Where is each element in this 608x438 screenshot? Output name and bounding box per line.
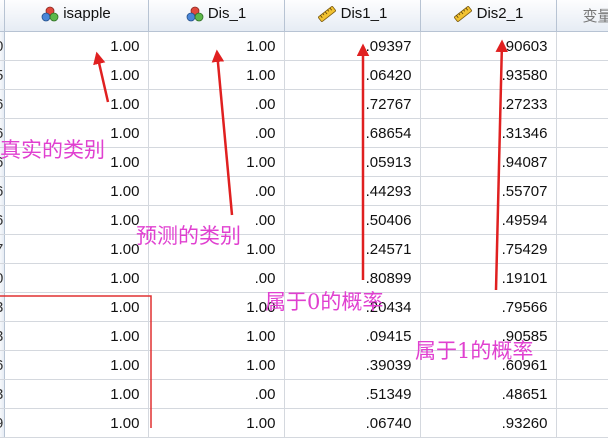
cell-var[interactable] bbox=[556, 206, 608, 235]
cell-var[interactable] bbox=[556, 90, 608, 119]
column-header-label: Dis2_1 bbox=[477, 5, 524, 22]
column-header-label: isapple bbox=[63, 5, 111, 22]
cell-dis-1[interactable]: 1.00 bbox=[148, 61, 284, 90]
cell-dis1-1[interactable]: .24571 bbox=[284, 235, 420, 264]
table-row[interactable]: 31.00.00.51349.48651 bbox=[0, 380, 608, 409]
cell-var[interactable] bbox=[556, 177, 608, 206]
annotation-predicted-class: 预测的类别 bbox=[136, 226, 241, 247]
table-row[interactable]: 51.001.00.06420.93580 bbox=[0, 61, 608, 90]
cell-var[interactable] bbox=[556, 32, 608, 61]
cell-isapple[interactable]: 1.00 bbox=[4, 206, 148, 235]
cell-dis1-1[interactable]: .09415 bbox=[284, 322, 420, 351]
cell-dis1-1[interactable]: .68654 bbox=[284, 119, 420, 148]
cell-var[interactable] bbox=[556, 293, 608, 322]
scale-ruler-icon bbox=[453, 6, 473, 22]
table-row[interactable]: 61.00.00.72767.27233 bbox=[0, 90, 608, 119]
cell-dis1-1[interactable]: .50406 bbox=[284, 206, 420, 235]
table-row[interactable]: 61.00.00.50406.49594 bbox=[0, 206, 608, 235]
scale-ruler-icon bbox=[317, 6, 337, 22]
cell-dis1-1[interactable]: .06420 bbox=[284, 61, 420, 90]
annotation-prob-0: 属于0的概率 bbox=[265, 292, 383, 313]
column-header-dis2-1[interactable]: Dis2_1 bbox=[420, 0, 556, 32]
cell-dis2-1[interactable]: .27233 bbox=[420, 90, 556, 119]
cell-var[interactable] bbox=[556, 235, 608, 264]
cell-isapple[interactable]: 1.00 bbox=[4, 264, 148, 293]
table-row[interactable]: 01.00.00.80899.19101 bbox=[0, 264, 608, 293]
annotation-prob-1: 属于1的概率 bbox=[415, 341, 533, 362]
annotation-actual-class: 真实的类别 bbox=[0, 140, 105, 161]
cell-dis1-1[interactable]: .44293 bbox=[284, 177, 420, 206]
table-row[interactable]: 01.001.00.09397.90603 bbox=[0, 32, 608, 61]
column-header-dis-1[interactable]: Dis_1 bbox=[148, 0, 284, 32]
column-header-dis1-1[interactable]: Dis1_1 bbox=[284, 0, 420, 32]
table-row[interactable]: 61.00.00.44293.55707 bbox=[0, 177, 608, 206]
column-header-isapple[interactable]: isapple bbox=[4, 0, 148, 32]
cell-dis-1[interactable]: .00 bbox=[148, 264, 284, 293]
cell-isapple[interactable]: 1.00 bbox=[4, 177, 148, 206]
cell-dis1-1[interactable]: .06740 bbox=[284, 409, 420, 438]
column-header-label: 变量 bbox=[583, 8, 608, 25]
cell-dis-1[interactable]: 1.00 bbox=[148, 322, 284, 351]
cell-var[interactable] bbox=[556, 148, 608, 177]
cell-dis1-1[interactable]: .72767 bbox=[284, 90, 420, 119]
cell-var[interactable] bbox=[556, 380, 608, 409]
cell-isapple[interactable]: 1.00 bbox=[4, 322, 148, 351]
cell-dis-1[interactable]: .00 bbox=[148, 90, 284, 119]
cell-isapple[interactable]: 1.00 bbox=[4, 409, 148, 438]
nominal-icon bbox=[41, 6, 59, 22]
cell-dis2-1[interactable]: .75429 bbox=[420, 235, 556, 264]
cell-dis1-1[interactable]: .80899 bbox=[284, 264, 420, 293]
cell-dis2-1[interactable]: .31346 bbox=[420, 119, 556, 148]
cell-dis1-1[interactable]: .39039 bbox=[284, 351, 420, 380]
cell-dis-1[interactable]: .00 bbox=[148, 177, 284, 206]
cell-dis1-1[interactable]: .09397 bbox=[284, 32, 420, 61]
column-header-var[interactable]: 变量 bbox=[556, 0, 608, 32]
cell-dis-1[interactable]: 1.00 bbox=[148, 293, 284, 322]
cell-dis2-1[interactable]: .49594 bbox=[420, 206, 556, 235]
cell-isapple[interactable]: 1.00 bbox=[4, 351, 148, 380]
cell-isapple[interactable]: 1.00 bbox=[4, 380, 148, 409]
cell-isapple[interactable]: 1.00 bbox=[4, 293, 148, 322]
column-header-label: Dis_1 bbox=[208, 5, 246, 22]
cell-dis-1[interactable]: 1.00 bbox=[148, 409, 284, 438]
cell-dis1-1[interactable]: .05913 bbox=[284, 148, 420, 177]
cell-dis-1[interactable]: 1.00 bbox=[148, 351, 284, 380]
cell-var[interactable] bbox=[556, 264, 608, 293]
cell-var[interactable] bbox=[556, 322, 608, 351]
cell-dis-1[interactable]: .00 bbox=[148, 119, 284, 148]
cell-isapple[interactable]: 1.00 bbox=[4, 32, 148, 61]
cell-dis2-1[interactable]: .90603 bbox=[420, 32, 556, 61]
data-view-grid: isapple Dis_1 bbox=[0, 0, 608, 438]
cell-dis-1[interactable]: 1.00 bbox=[148, 148, 284, 177]
cell-dis2-1[interactable]: .19101 bbox=[420, 264, 556, 293]
cell-dis-1[interactable]: .00 bbox=[148, 380, 284, 409]
cell-dis2-1[interactable]: .93260 bbox=[420, 409, 556, 438]
cell-dis2-1[interactable]: .48651 bbox=[420, 380, 556, 409]
table-row[interactable]: 91.001.00.06740.93260 bbox=[0, 409, 608, 438]
cell-var[interactable] bbox=[556, 351, 608, 380]
cell-var[interactable] bbox=[556, 409, 608, 438]
table-row[interactable]: 71.001.00.24571.75429 bbox=[0, 235, 608, 264]
cell-isapple[interactable]: 1.00 bbox=[4, 90, 148, 119]
column-header-label: Dis1_1 bbox=[341, 5, 388, 22]
cell-dis2-1[interactable]: .94087 bbox=[420, 148, 556, 177]
cell-var[interactable] bbox=[556, 61, 608, 90]
cell-isapple[interactable]: 1.00 bbox=[4, 61, 148, 90]
cell-dis2-1[interactable]: .93580 bbox=[420, 61, 556, 90]
cell-var[interactable] bbox=[556, 119, 608, 148]
cell-isapple[interactable]: 1.00 bbox=[4, 235, 148, 264]
nominal-icon bbox=[186, 6, 204, 22]
cell-dis2-1[interactable]: .79566 bbox=[420, 293, 556, 322]
cell-dis2-1[interactable]: .55707 bbox=[420, 177, 556, 206]
cell-dis1-1[interactable]: .51349 bbox=[284, 380, 420, 409]
cell-dis-1[interactable]: 1.00 bbox=[148, 32, 284, 61]
